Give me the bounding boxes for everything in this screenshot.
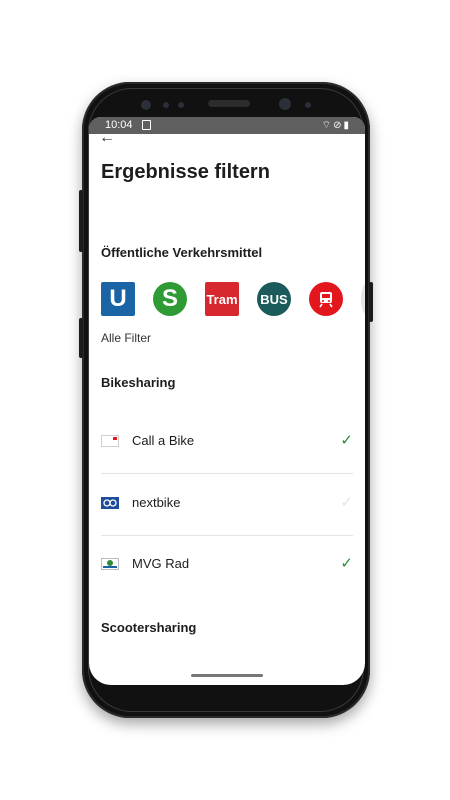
more-transit-icon[interactable] <box>361 282 365 316</box>
sensor-icon <box>178 102 184 108</box>
page-title: Ergebnisse filtern <box>101 161 270 183</box>
bike-row-mvgrad[interactable]: MVG Rad ✓ <box>101 536 353 596</box>
status-bar: 10:04 ⌔⊘▮ <box>89 117 365 134</box>
nextbike-logo-icon <box>101 497 119 509</box>
tram-icon[interactable]: Tram <box>205 282 239 316</box>
callabike-logo-icon <box>101 435 119 447</box>
no-signal-icon: ⊘ <box>333 120 344 131</box>
check-icon[interactable]: ✓ <box>340 431 353 449</box>
bike-provider-label: Call a Bike <box>132 433 195 448</box>
home-indicator[interactable] <box>191 674 263 677</box>
bike-row-callabike[interactable]: Call a Bike ✓ <box>101 413 353 473</box>
front-camera-icon <box>141 100 151 110</box>
wifi-icon: ⌔ <box>321 120 334 131</box>
app-screen: 10:04 ⌔⊘▮ ← Ergebnisse filtern Öffentlic… <box>89 117 365 685</box>
mvgrad-logo-icon <box>101 558 119 570</box>
ubahn-icon[interactable]: U <box>101 282 135 316</box>
bike-provider-label: nextbike <box>132 495 181 510</box>
all-filters-link[interactable]: Alle Filter <box>101 331 151 345</box>
transit-heading: Öffentliche Verkehrsmittel <box>101 245 263 260</box>
bus-icon[interactable]: BUS <box>257 282 291 316</box>
bikesharing-heading: Bikesharing <box>101 375 176 390</box>
bike-provider-label: MVG Rad <box>132 556 190 571</box>
train-icon[interactable] <box>309 282 343 316</box>
iris-camera-icon <box>279 98 291 110</box>
sim-icon <box>142 120 151 130</box>
check-icon[interactable]: ✓ <box>340 554 353 572</box>
earpiece-speaker <box>208 100 250 107</box>
check-icon[interactable]: ✓ <box>340 493 353 511</box>
scootersharing-heading: Scootersharing <box>101 620 197 635</box>
bike-row-nextbike[interactable]: nextbike ✓ <box>101 475 353 535</box>
divider <box>101 473 353 474</box>
sensor-icon <box>305 102 311 108</box>
sbahn-icon[interactable]: S <box>153 282 187 316</box>
power-button <box>369 282 373 322</box>
status-icons: ⌔⊘▮ <box>322 119 351 132</box>
back-arrow-icon[interactable]: ← <box>99 129 115 147</box>
bixby-button <box>79 318 83 358</box>
battery-icon: ▮ <box>343 120 351 131</box>
sensor-icon <box>163 102 169 108</box>
volume-button <box>79 190 83 252</box>
